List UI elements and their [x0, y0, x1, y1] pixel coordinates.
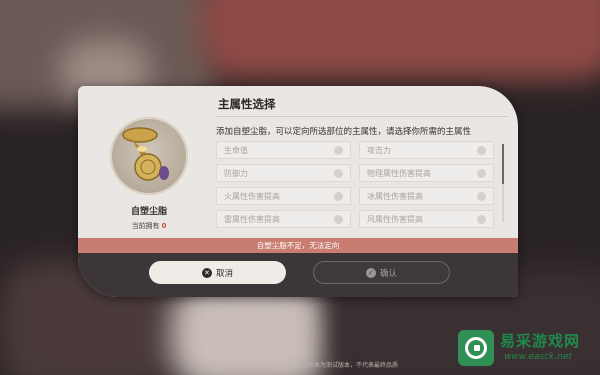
stat-option-label: 雷属性伤害提高 [224, 215, 280, 224]
watermark-logo-icon [458, 330, 494, 366]
radio-icon [334, 146, 343, 155]
cancel-button[interactable]: ✕ 取消 [149, 261, 286, 284]
item-name: 自塑尘脂 [130, 207, 167, 217]
radio-icon [477, 215, 486, 224]
cancel-button-label: 取消 [215, 268, 233, 279]
radio-icon [477, 192, 486, 201]
radio-icon [334, 215, 343, 224]
stat-option-label: 物理属性伤害提高 [367, 169, 431, 178]
item-owned: 当前拥有 0 [78, 221, 220, 231]
stat-option[interactable]: 雷属性伤害提高 [216, 210, 351, 228]
stat-option-label: 火属性伤害提高 [224, 192, 280, 201]
stat-option-label: 风属性伤害提高 [367, 215, 423, 224]
stat-option[interactable]: 防御力 [216, 164, 351, 182]
confirm-button-label: 确认 [379, 268, 397, 279]
item-dust-icon [122, 127, 169, 181]
stat-option-label: 防御力 [224, 169, 248, 178]
item-icon-frame [110, 117, 188, 195]
scrollbar-thumb[interactable] [502, 144, 504, 184]
stat-option-label: 冰属性伤害提高 [367, 192, 423, 201]
radio-icon [477, 169, 486, 178]
warning-banner: 自塑尘脂不足，无法定向 [78, 238, 518, 253]
stat-option[interactable]: 风属性伤害提高 [359, 210, 494, 228]
owned-label: 当前拥有 [131, 222, 160, 230]
stat-option[interactable]: 攻击力 [359, 141, 494, 159]
options-scrollbar[interactable] [502, 144, 504, 222]
radio-icon [334, 169, 343, 178]
stat-option[interactable]: 冰属性伤害提高 [359, 187, 494, 205]
item-panel: 自塑尘脂 当前拥有 0 [78, 86, 208, 238]
stat-option[interactable]: 物理属性伤害提高 [359, 164, 494, 182]
stat-option[interactable]: 火属性伤害提高 [216, 187, 351, 205]
site-watermark: 易采游戏网 www.easck.net [452, 318, 600, 375]
button-bar [78, 253, 518, 297]
stat-option-label: 攻击力 [367, 146, 391, 155]
watermark-url: www.easck.net [504, 352, 572, 362]
owned-count: 0 [161, 222, 167, 230]
confirm-button[interactable]: ✓ 确认 [313, 261, 450, 284]
title-divider [216, 116, 508, 117]
dialog-title: 主属性选择 [218, 97, 276, 111]
check-icon: ✓ [365, 267, 376, 278]
dialog-description: 添加自塑尘脂，可以定向所选部位的主属性，请选择你所需的主属性 [216, 127, 472, 137]
close-icon: ✕ [201, 267, 212, 278]
watermark-name: 易采游戏网 [500, 332, 581, 350]
version-notice: 当前版本为测试版本，不代表最终品质 [296, 362, 399, 369]
stat-option-label: 生命值 [224, 146, 248, 155]
stat-options-grid: 生命值 攻击力 防御力 物理属性伤害提高 火属性伤害提高 冰属性伤害提高 雷属性… [216, 141, 502, 233]
main-stat-dialog: 自塑尘脂 当前拥有 0 主属性选择 添加自塑尘脂，可以定向所选部位的主属性，请选择… [78, 86, 518, 297]
radio-icon [477, 146, 486, 155]
stat-option[interactable]: 生命值 [216, 141, 351, 159]
radio-icon [334, 192, 343, 201]
